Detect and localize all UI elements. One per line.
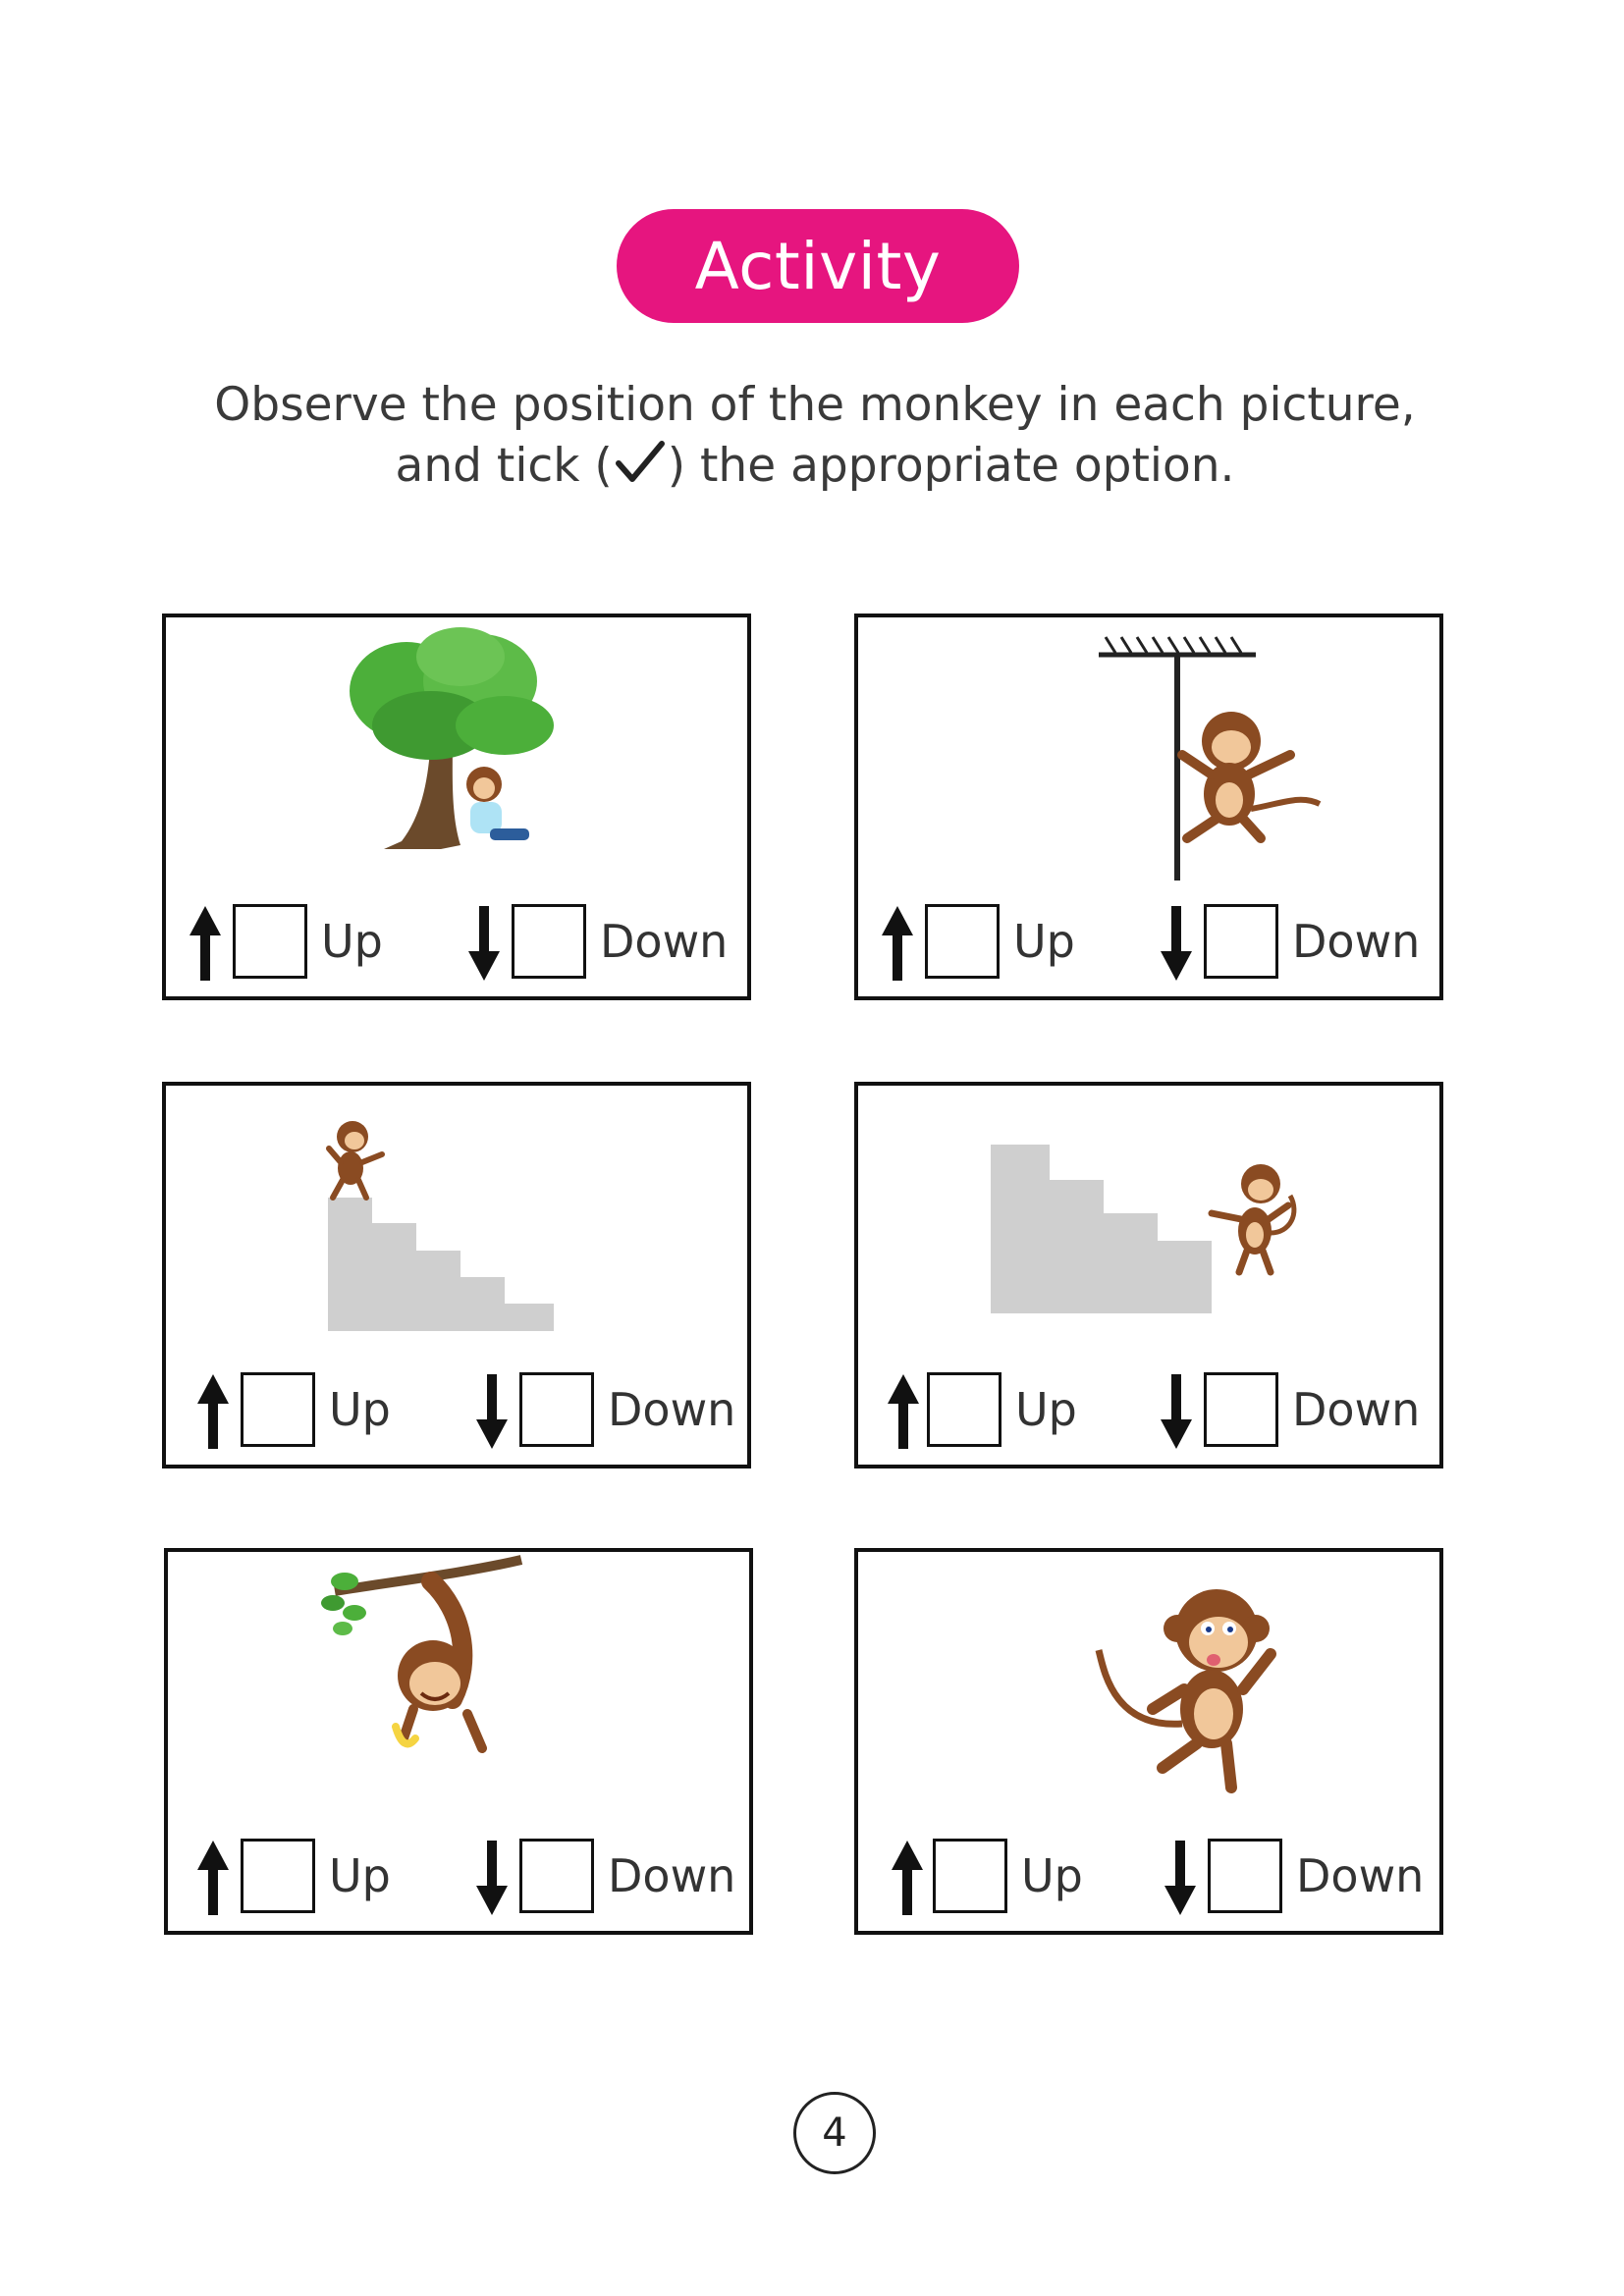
up-label: Up xyxy=(329,1383,391,1436)
picture-card-5: Up Down xyxy=(164,1548,753,1935)
down-label: Down xyxy=(600,915,729,968)
instruction-line-2: and tick ( ) the appropriate option. xyxy=(157,436,1473,497)
up-checkbox[interactable] xyxy=(927,1372,1001,1447)
up-checkbox[interactable] xyxy=(233,904,307,979)
up-arrow-icon xyxy=(882,906,913,981)
picture-card-3: Up Down xyxy=(162,1082,751,1468)
instruction-text-before: and tick ( xyxy=(395,439,613,493)
up-arrow-icon xyxy=(189,906,221,981)
down-checkbox[interactable] xyxy=(512,904,586,979)
down-checkbox[interactable] xyxy=(519,1372,594,1447)
down-arrow-icon xyxy=(1161,906,1192,981)
down-arrow-icon xyxy=(476,1374,508,1449)
up-label: Up xyxy=(1021,1849,1083,1902)
up-arrow-icon xyxy=(197,1374,229,1449)
instruction-text-after: ) the appropriate option. xyxy=(667,439,1235,493)
up-checkbox[interactable] xyxy=(241,1372,315,1447)
up-arrow-icon xyxy=(888,1374,919,1449)
checkmark-icon xyxy=(615,441,665,482)
picture-card-6: Up Down xyxy=(854,1548,1443,1935)
activity-title: Activity xyxy=(617,209,1019,323)
instruction-line-1: Observe the position of the monkey in ea… xyxy=(214,378,1416,432)
down-label: Down xyxy=(608,1849,736,1902)
down-label: Down xyxy=(1292,1383,1421,1436)
up-arrow-icon xyxy=(197,1841,229,1915)
up-checkbox[interactable] xyxy=(933,1839,1007,1913)
up-label: Up xyxy=(321,915,383,968)
up-label: Up xyxy=(329,1849,391,1902)
down-label: Down xyxy=(1292,915,1421,968)
down-arrow-icon xyxy=(468,906,500,981)
down-checkbox[interactable] xyxy=(1204,904,1278,979)
down-checkbox[interactable] xyxy=(1204,1372,1278,1447)
picture-card-1: Up Down xyxy=(162,614,751,1000)
picture-card-4: Up Down xyxy=(854,1082,1443,1468)
down-label: Down xyxy=(608,1383,736,1436)
up-checkbox[interactable] xyxy=(241,1839,315,1913)
page-number: 4 xyxy=(793,2092,876,2174)
up-arrow-icon xyxy=(892,1841,923,1915)
down-checkbox[interactable] xyxy=(519,1839,594,1913)
up-checkbox[interactable] xyxy=(925,904,1000,979)
down-arrow-icon xyxy=(1161,1374,1192,1449)
down-label: Down xyxy=(1296,1849,1425,1902)
picture-card-2: Up Down xyxy=(854,614,1443,1000)
down-arrow-icon xyxy=(1164,1841,1196,1915)
up-label: Up xyxy=(1015,1383,1077,1436)
up-label: Up xyxy=(1013,915,1075,968)
down-checkbox[interactable] xyxy=(1208,1839,1282,1913)
down-arrow-icon xyxy=(476,1841,508,1915)
